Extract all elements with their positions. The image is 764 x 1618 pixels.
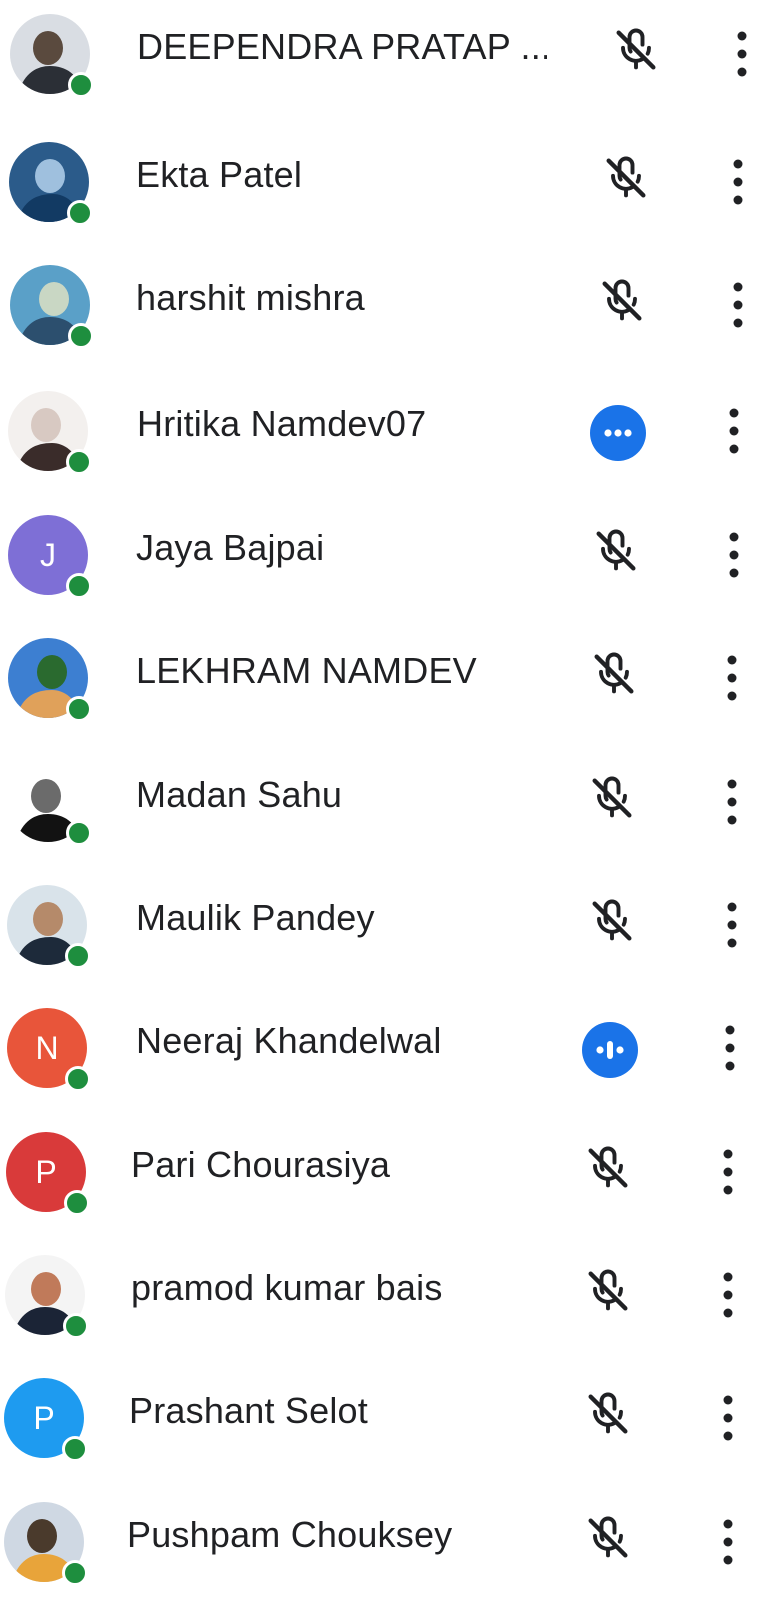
participant-row[interactable]: Pushpam Chouksey <box>0 1492 764 1618</box>
participant-name: pramod kumar bais <box>131 1267 443 1308</box>
participant-name: DEEPENDRA PRATAP ... <box>137 26 547 67</box>
mic-off-icon <box>588 648 640 700</box>
online-status-dot <box>66 449 92 475</box>
avatar: N <box>7 1008 91 1092</box>
participant-row[interactable]: N Neeraj Khandelwal <box>0 998 764 1124</box>
online-status-dot <box>64 1190 90 1216</box>
participant-row[interactable]: pramod kumar bais <box>0 1245 764 1371</box>
online-status-dot <box>67 200 93 226</box>
participant-name: Neeraj Khandelwal <box>136 1020 442 1061</box>
online-status-dot <box>65 1066 91 1092</box>
participant-name: Jaya Bajpai <box>136 527 325 568</box>
participant-row[interactable]: Hritika Namdev07 <box>0 381 764 507</box>
participant-row[interactable]: Madan Sahu <box>0 752 764 878</box>
participant-name: harshit mishra <box>136 277 365 318</box>
mic-off-icon <box>610 24 662 76</box>
more-vert-icon[interactable] <box>730 24 754 84</box>
ellipsis-icon <box>590 405 646 461</box>
mic-off-icon <box>582 1142 634 1194</box>
audio-level-icon <box>582 1022 638 1078</box>
avatar <box>10 14 94 98</box>
more-vert-icon[interactable] <box>722 525 746 585</box>
avatar: J <box>8 515 92 599</box>
mic-off-icon <box>586 772 638 824</box>
avatar: P <box>6 1132 90 1216</box>
avatar <box>4 1502 88 1586</box>
mic-off-icon <box>600 152 652 204</box>
more-vert-icon[interactable] <box>716 1142 740 1202</box>
avatar <box>9 142 93 226</box>
more-vert-icon[interactable] <box>720 895 744 955</box>
avatar: P <box>4 1378 88 1462</box>
online-status-dot <box>66 696 92 722</box>
avatar <box>8 391 92 475</box>
mic-off-icon <box>586 895 638 947</box>
more-vert-icon[interactable] <box>716 1265 740 1325</box>
avatar <box>8 638 92 722</box>
participant-name: Ekta Patel <box>136 154 303 195</box>
avatar <box>8 762 92 846</box>
more-vert-icon[interactable] <box>716 1512 740 1572</box>
online-status-dot <box>66 820 92 846</box>
online-status-dot <box>65 943 91 969</box>
mic-off-icon <box>582 1388 634 1440</box>
online-status-dot <box>66 573 92 599</box>
more-vert-icon[interactable] <box>720 772 744 832</box>
participant-row[interactable]: J Jaya Bajpai <box>0 505 764 631</box>
participant-row[interactable]: DEEPENDRA PRATAP ... <box>0 4 764 130</box>
participant-row[interactable]: P Prashant Selot <box>0 1368 764 1494</box>
more-vert-icon[interactable] <box>726 152 750 212</box>
participant-name: Madan Sahu <box>136 774 343 815</box>
mic-off-icon <box>582 1265 634 1317</box>
online-status-dot <box>68 323 94 349</box>
avatar <box>7 885 91 969</box>
online-status-dot <box>62 1436 88 1462</box>
participant-row[interactable]: P Pari Chourasiya <box>0 1122 764 1248</box>
more-vert-icon[interactable] <box>720 648 744 708</box>
participant-row[interactable]: LEKHRAM NAMDEV <box>0 628 764 754</box>
more-vert-icon[interactable] <box>726 275 750 335</box>
mic-off-icon <box>582 1512 634 1564</box>
mic-off-icon <box>590 525 642 577</box>
more-vert-icon[interactable] <box>718 1018 742 1078</box>
participants-list: DEEPENDRA PRATAP ... Ekta Patel harshit … <box>0 0 764 1613</box>
online-status-dot <box>63 1313 89 1339</box>
more-vert-icon[interactable] <box>716 1388 740 1448</box>
more-vert-icon[interactable] <box>722 401 746 461</box>
mic-off-icon <box>596 275 648 327</box>
participant-name: Pari Chourasiya <box>131 1144 391 1185</box>
online-status-dot <box>62 1560 88 1586</box>
participant-row[interactable]: Maulik Pandey <box>0 875 764 1001</box>
avatar <box>5 1255 89 1339</box>
participant-name: Prashant Selot <box>129 1390 368 1431</box>
participant-name: Maulik Pandey <box>136 897 375 938</box>
avatar <box>10 265 94 349</box>
participant-name: Pushpam Chouksey <box>127 1514 453 1555</box>
participant-name: Hritika Namdev07 <box>137 403 427 444</box>
participant-name: LEKHRAM NAMDEV <box>136 650 477 691</box>
participant-row[interactable]: Ekta Patel <box>0 132 764 258</box>
online-status-dot <box>68 72 94 98</box>
participant-row[interactable]: harshit mishra <box>0 255 764 381</box>
